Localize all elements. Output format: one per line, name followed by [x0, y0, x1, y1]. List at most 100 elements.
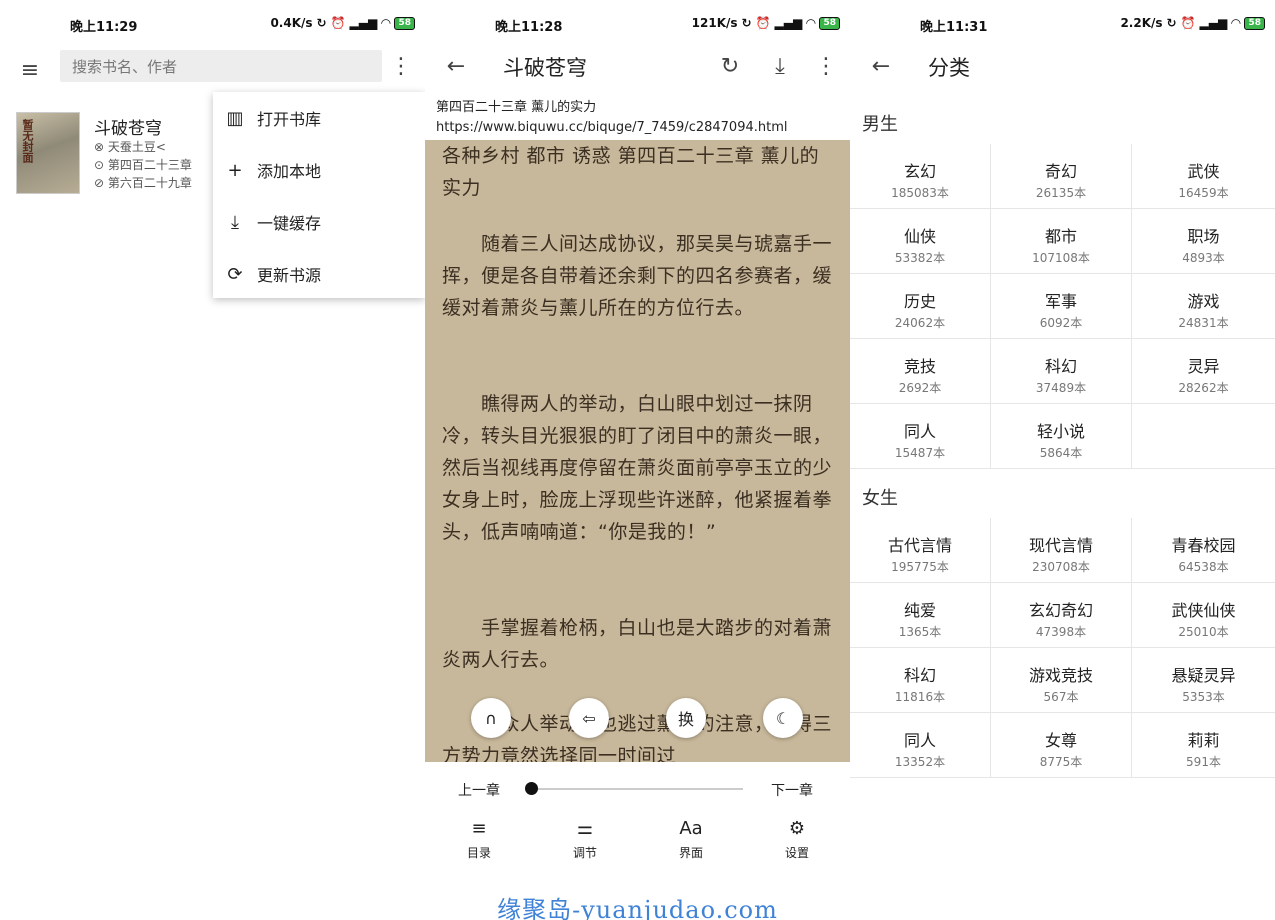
more-options-icon[interactable]: ⋮ [388, 48, 414, 84]
category-cell[interactable]: 同人 15487本 [850, 404, 991, 469]
settings-button[interactable]: ⚙ 设置 [767, 818, 827, 861]
category-name: 科幻 [903, 666, 936, 685]
signal-icon: ▂▄▆ [349, 16, 378, 30]
category-cell[interactable]: 科幻 37489本 [991, 339, 1132, 404]
category-name: 历史 [903, 292, 936, 311]
headphones-icon[interactable]: ∩ [471, 698, 511, 738]
category-name: 青春校园 [1171, 536, 1236, 555]
status-bar: 晚上11:29 0.4K/s ↻ ⏰ ▂▄▆ ◠ 58 [0, 0, 425, 48]
category-name: 现代言情 [1028, 536, 1093, 555]
menu-item-cache-all[interactable]: ⤓ 一键缓存 [213, 196, 425, 248]
category-cell[interactable]: 同人 13352本 [850, 713, 991, 778]
category-cell[interactable]: 竞技 2692本 [850, 339, 991, 404]
category-name: 奇幻 [1044, 162, 1077, 181]
category-cell[interactable]: 纯爱 1365本 [850, 583, 991, 648]
category-cell[interactable]: 现代言情 230708本 [991, 518, 1132, 583]
category-name: 玄幻 [903, 162, 936, 181]
tool-label: 调节 [572, 846, 597, 860]
category-count: 24831本 [1178, 316, 1229, 330]
menu-item-add-local[interactable]: + 添加本地 [213, 144, 425, 196]
sync-icon: ↻ [741, 16, 752, 30]
menu-item-open-library[interactable]: ▥ 打开书库 [213, 92, 425, 144]
top-bar: ≡ 搜索书名、作者 ⋮ [0, 48, 425, 92]
gear-icon: ⚙ [788, 818, 806, 839]
category-cell[interactable]: 轻小说 5864本 [991, 404, 1132, 469]
font-icon: Aa [679, 818, 703, 839]
category-cell[interactable]: 游戏竞技 567本 [991, 648, 1132, 713]
category-cell[interactable]: 军事 6092本 [991, 274, 1132, 339]
category-cell[interactable]: 游戏 24831本 [1132, 274, 1275, 339]
swap-icon[interactable]: 换 [666, 698, 706, 738]
category-cell[interactable]: 青春校园 64538本 [1132, 518, 1275, 583]
category-cell[interactable]: 科幻 11816本 [850, 648, 991, 713]
back-arrow-icon[interactable]: ← [864, 48, 898, 84]
book-title: 斗破苍穹 [94, 119, 162, 139]
category-count: 24062本 [894, 316, 946, 330]
category-cell[interactable]: 灵异 28262本 [1132, 339, 1275, 404]
tool-label: 目录 [466, 846, 491, 860]
category-cell[interactable]: 莉莉 591本 [1132, 713, 1275, 778]
chapter-progress-slider[interactable] [533, 788, 743, 790]
progress-slider-thumb[interactable] [525, 782, 538, 795]
category-cell[interactable]: 女尊 8775本 [991, 713, 1132, 778]
top-bar: ← 斗破苍穹 ↻ ⤓ ⋮ [425, 48, 850, 92]
status-time: 晚上11:31 [920, 20, 988, 35]
more-options-icon[interactable]: ⋮ [813, 48, 839, 84]
chapter-title: 第四百二十三章 薰儿的实力 [436, 100, 597, 115]
category-name: 轻小说 [1036, 422, 1085, 441]
source-switch-icon[interactable]: ⇦ [569, 698, 609, 738]
reading-area[interactable]: 各种乡村 都市 诱惑 第四百二十三章 薰儿的实力 随着三人间达成协议，那吴昊与琥… [425, 140, 850, 762]
back-arrow-icon[interactable]: ← [439, 48, 473, 84]
category-cell [1132, 404, 1275, 469]
prev-chapter-button[interactable]: 上一章 [458, 780, 500, 800]
chapter-info: 第四百二十三章 薰儿的实力 https://www.biquwu.cc/biqu… [425, 96, 850, 140]
category-cell[interactable]: 奇幻 26135本 [991, 144, 1132, 209]
category-cell[interactable]: 都市 107108本 [991, 209, 1132, 274]
category-cell[interactable]: 仙侠 53382本 [850, 209, 991, 274]
download-icon[interactable]: ⤓ [765, 48, 795, 84]
night-mode-icon[interactable]: ☾ [763, 698, 803, 738]
category-cell[interactable]: 武侠 16459本 [1132, 144, 1275, 209]
category-count: 4893本 [1182, 251, 1225, 265]
category-count: 37489本 [1035, 381, 1087, 395]
interface-button[interactable]: Aa 界面 [661, 818, 721, 861]
category-count: 53382本 [894, 251, 946, 265]
options-dropdown-menu: ▥ 打开书库 + 添加本地 ⤓ 一键缓存 ⟳ 更新书源 [213, 92, 425, 298]
hamburger-menu-icon[interactable]: ≡ [14, 48, 46, 92]
category-name: 女尊 [1044, 731, 1077, 750]
category-cell[interactable]: 古代言情 195775本 [850, 518, 991, 583]
category-cell[interactable]: 悬疑灵异 5353本 [1132, 648, 1275, 713]
category-cell[interactable]: 玄幻奇幻 47398本 [991, 583, 1132, 648]
bookshelf-screen: 晚上11:29 0.4K/s ↻ ⏰ ▂▄▆ ◠ 58 ≡ 搜索书名、作者 ⋮ … [0, 0, 425, 920]
refresh-icon[interactable]: ↻ [715, 48, 745, 84]
status-indicators: 2.2K/s ↻ ⏰ ▂▄▆ ◠ 58 [1120, 16, 1265, 30]
menu-item-label: 打开书库 [257, 110, 322, 129]
paragraph: 手掌握着枪柄，白山也是大踏步的对着萧炎两人行去。 [442, 617, 833, 671]
menu-item-label: 一键缓存 [257, 214, 322, 233]
book-read-chapter: ⊙ 第四百二十三章 [94, 158, 192, 172]
category-cell[interactable]: 玄幻 185083本 [850, 144, 991, 209]
category-name: 都市 [1044, 227, 1077, 246]
category-cell[interactable]: 武侠仙侠 25010本 [1132, 583, 1275, 648]
category-name: 玄幻奇幻 [1028, 601, 1093, 620]
category-count: 11816本 [894, 690, 946, 704]
catalog-button[interactable]: ≡ 目录 [449, 818, 509, 861]
category-name: 古代言情 [887, 536, 952, 555]
menu-item-update-source[interactable]: ⟳ 更新书源 [213, 248, 425, 300]
bookshelf-icon: ▥ [226, 107, 244, 129]
page-title: 分类 [928, 56, 970, 80]
search-input[interactable]: 搜索书名、作者 [60, 50, 382, 82]
category-count: 6092本 [1039, 316, 1083, 330]
battery-icon: 58 [1244, 16, 1265, 30]
category-name: 武侠 [1187, 162, 1220, 181]
next-chapter-button[interactable]: 下一章 [771, 780, 813, 800]
list-icon: ≡ [471, 818, 487, 839]
category-name: 竞技 [903, 357, 936, 376]
category-cell[interactable]: 职场 4893本 [1132, 209, 1275, 274]
battery-icon: 58 [394, 16, 415, 30]
signal-icon: ▂▄▆ [774, 16, 803, 30]
category-name: 仙侠 [903, 227, 936, 246]
adjust-button[interactable]: ⚌ 调节 [555, 818, 615, 861]
sync-icon: ↻ [1166, 16, 1177, 30]
category-cell[interactable]: 历史 24062本 [850, 274, 991, 339]
